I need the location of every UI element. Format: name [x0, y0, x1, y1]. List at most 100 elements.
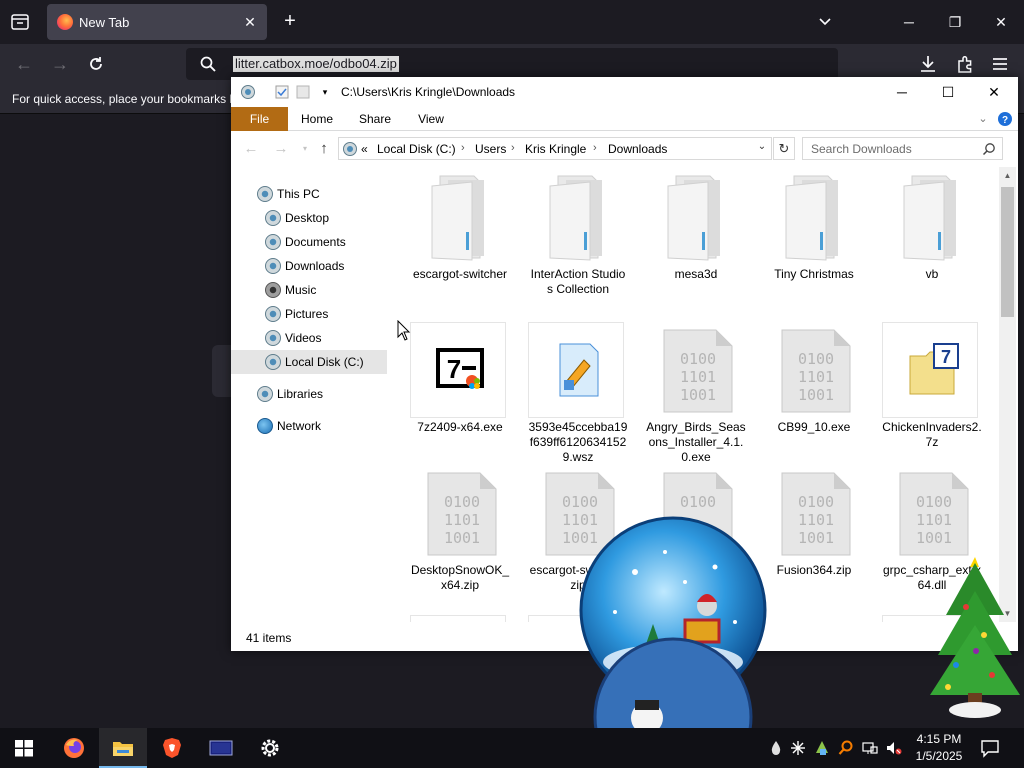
reload-button[interactable]: [84, 52, 108, 76]
folder-icon: [667, 175, 720, 261]
breadcrumb-separator[interactable]: ›: [593, 142, 597, 154]
file-name: escargot-switcher: [412, 267, 508, 281]
taskbar-firefox[interactable]: [50, 728, 98, 768]
breadcrumb-users[interactable]: Users: [475, 142, 506, 156]
sidebar-item-desktop[interactable]: Desktop: [265, 206, 385, 230]
svg-text:1101: 1101: [444, 511, 480, 529]
search-field[interactable]: Search Downloads: [802, 137, 1003, 160]
droplet-icon[interactable]: [768, 740, 784, 756]
close-window-button[interactable]: ✕: [978, 0, 1024, 44]
ribbon-tabs: File Home Share View ⌄ ?: [231, 107, 1018, 131]
new-folder-icon[interactable]: [295, 84, 311, 100]
help-icon[interactable]: ?: [997, 111, 1013, 127]
restore-button[interactable]: ❐: [932, 0, 978, 44]
minimize-button[interactable]: ─: [886, 0, 932, 44]
sidebar-item-downloads[interactable]: Downloads: [265, 254, 385, 278]
address-bar[interactable]: « Local Disk (C:) › Users › Kris Kringle…: [338, 137, 772, 160]
folder-item[interactable]: InterAction Studios Collection: [528, 172, 628, 312]
sidebar-item-pictures[interactable]: Pictures: [265, 302, 385, 326]
refresh-button[interactable]: ↻: [773, 137, 795, 160]
sidebar-item-music[interactable]: Music: [265, 278, 385, 302]
tab-share[interactable]: Share: [353, 107, 397, 131]
properties-icon[interactable]: [274, 84, 290, 100]
scroll-up-icon[interactable]: ▲: [999, 167, 1016, 184]
search-icon[interactable]: [982, 142, 996, 156]
extensions-icon[interactable]: [955, 54, 975, 74]
downloads-icon[interactable]: [918, 54, 938, 74]
forward-button[interactable]: →: [48, 52, 72, 76]
sidebar-item-libraries[interactable]: Libraries: [257, 382, 377, 406]
address-bar[interactable]: litter.catbox.moe/odbo04.zip: [186, 48, 838, 80]
explorer-minimize-button[interactable]: ─: [879, 77, 925, 107]
folder-item[interactable]: escargot-switcher: [410, 172, 510, 312]
svg-text:0100: 0100: [798, 493, 834, 511]
sidebar-item-network[interactable]: Network: [257, 414, 377, 438]
url-text[interactable]: litter.catbox.moe/odbo04.zip: [233, 56, 399, 72]
up-button[interactable]: ↑: [314, 139, 334, 159]
sidebar-item-this-pc[interactable]: This PC: [257, 182, 377, 206]
file-item[interactable]: 3593e45ccebba19f639ff61206341529.wsz: [528, 322, 628, 464]
file-item[interactable]: 7 7z2409-x64.exe: [410, 322, 510, 462]
file-item[interactable]: 0100 1101 1001 Fusion364.zip: [764, 469, 864, 599]
taskbar: 4:15 PM 1/5/2025: [0, 728, 1024, 768]
libraries-icon: [257, 386, 273, 402]
breadcrumb-separator[interactable]: ›: [511, 142, 515, 154]
chevron-down-icon[interactable]: [815, 12, 835, 32]
windows-icon: [15, 740, 33, 757]
back-button[interactable]: ←: [12, 52, 36, 76]
volume-muted-icon[interactable]: [886, 740, 902, 756]
tab-home[interactable]: Home: [295, 107, 339, 131]
folder-item[interactable]: vb: [882, 172, 982, 312]
breadcrumb-separator[interactable]: ›: [461, 142, 465, 154]
sidebar-item-videos[interactable]: Videos: [265, 326, 385, 350]
breadcrumb-kris-kringle[interactable]: Kris Kringle: [525, 142, 586, 156]
magnifier-tray-icon[interactable]: [838, 740, 854, 756]
sidebar-item-label: Documents: [285, 235, 346, 249]
tab-view[interactable]: View: [409, 107, 453, 131]
back-button[interactable]: ←: [241, 139, 261, 159]
folder-item[interactable]: mesa3d: [646, 172, 746, 312]
explorer-maximize-button[interactable]: ☐: [925, 77, 971, 107]
sidebar-item-documents[interactable]: Documents: [265, 230, 385, 254]
start-button[interactable]: [0, 728, 48, 768]
firefox-view-icon[interactable]: [8, 10, 32, 34]
explorer-close-button[interactable]: ✕: [971, 77, 1017, 107]
file-item[interactable]: 0100 1101 1001 Angry_Birds_Seasons_Install…: [646, 322, 746, 464]
search-icon: [200, 56, 216, 72]
close-tab-icon[interactable]: ✕: [241, 13, 259, 31]
file-item[interactable]: 0100 1101 1001 CB99_10.exe: [764, 322, 864, 462]
folder-item[interactable]: Tiny Christmas: [764, 172, 864, 312]
scroll-thumb[interactable]: [1001, 187, 1014, 317]
expand-ribbon-icon[interactable]: ⌄: [975, 111, 991, 127]
customize-quick-access-icon[interactable]: ▾: [317, 84, 333, 100]
recent-locations-icon[interactable]: ▾: [295, 139, 315, 159]
folder-icon: [785, 175, 838, 261]
vertical-scrollbar[interactable]: ▲ ▼: [999, 167, 1016, 622]
breadcrumb-prefix[interactable]: «: [361, 142, 368, 156]
network-tray-icon[interactable]: [862, 740, 878, 756]
file-name: 7z2409-x64.exe: [417, 420, 503, 434]
file-item[interactable]: 7 ChickenInvaders2.7z: [882, 322, 982, 462]
chevron-down-icon[interactable]: ⌄: [755, 141, 769, 155]
file-item[interactable]: 0100 1101 1001 DesktopSnowOK_x64.zip: [410, 469, 510, 599]
file-name: vb: [925, 267, 939, 281]
new-tab-button[interactable]: +: [278, 10, 302, 34]
winamp-skin-icon: [559, 343, 599, 397]
breadcrumb-downloads[interactable]: Downloads: [608, 142, 667, 156]
folder-icon: [549, 175, 602, 261]
forward-button[interactable]: →: [271, 139, 291, 159]
breadcrumb-local-disk[interactable]: Local Disk (C:): [377, 142, 456, 156]
sidebar-item-local-disk[interactable]: Local Disk (C:): [231, 350, 387, 374]
clock[interactable]: 4:15 PM 1/5/2025: [908, 731, 970, 765]
browser-tab[interactable]: New Tab ✕: [47, 4, 267, 40]
tab-file[interactable]: File: [231, 107, 288, 131]
taskbar-brave[interactable]: [148, 728, 196, 768]
menu-icon[interactable]: [990, 54, 1010, 74]
file-name: mesa3d: [674, 267, 718, 281]
taskbar-file-explorer[interactable]: [99, 728, 147, 768]
notification-icon[interactable]: [980, 738, 1000, 758]
snowflake-icon[interactable]: [790, 740, 806, 756]
app-tray-icon[interactable]: [814, 740, 830, 756]
taskbar-settings[interactable]: [246, 728, 294, 768]
taskbar-display[interactable]: [197, 728, 245, 768]
